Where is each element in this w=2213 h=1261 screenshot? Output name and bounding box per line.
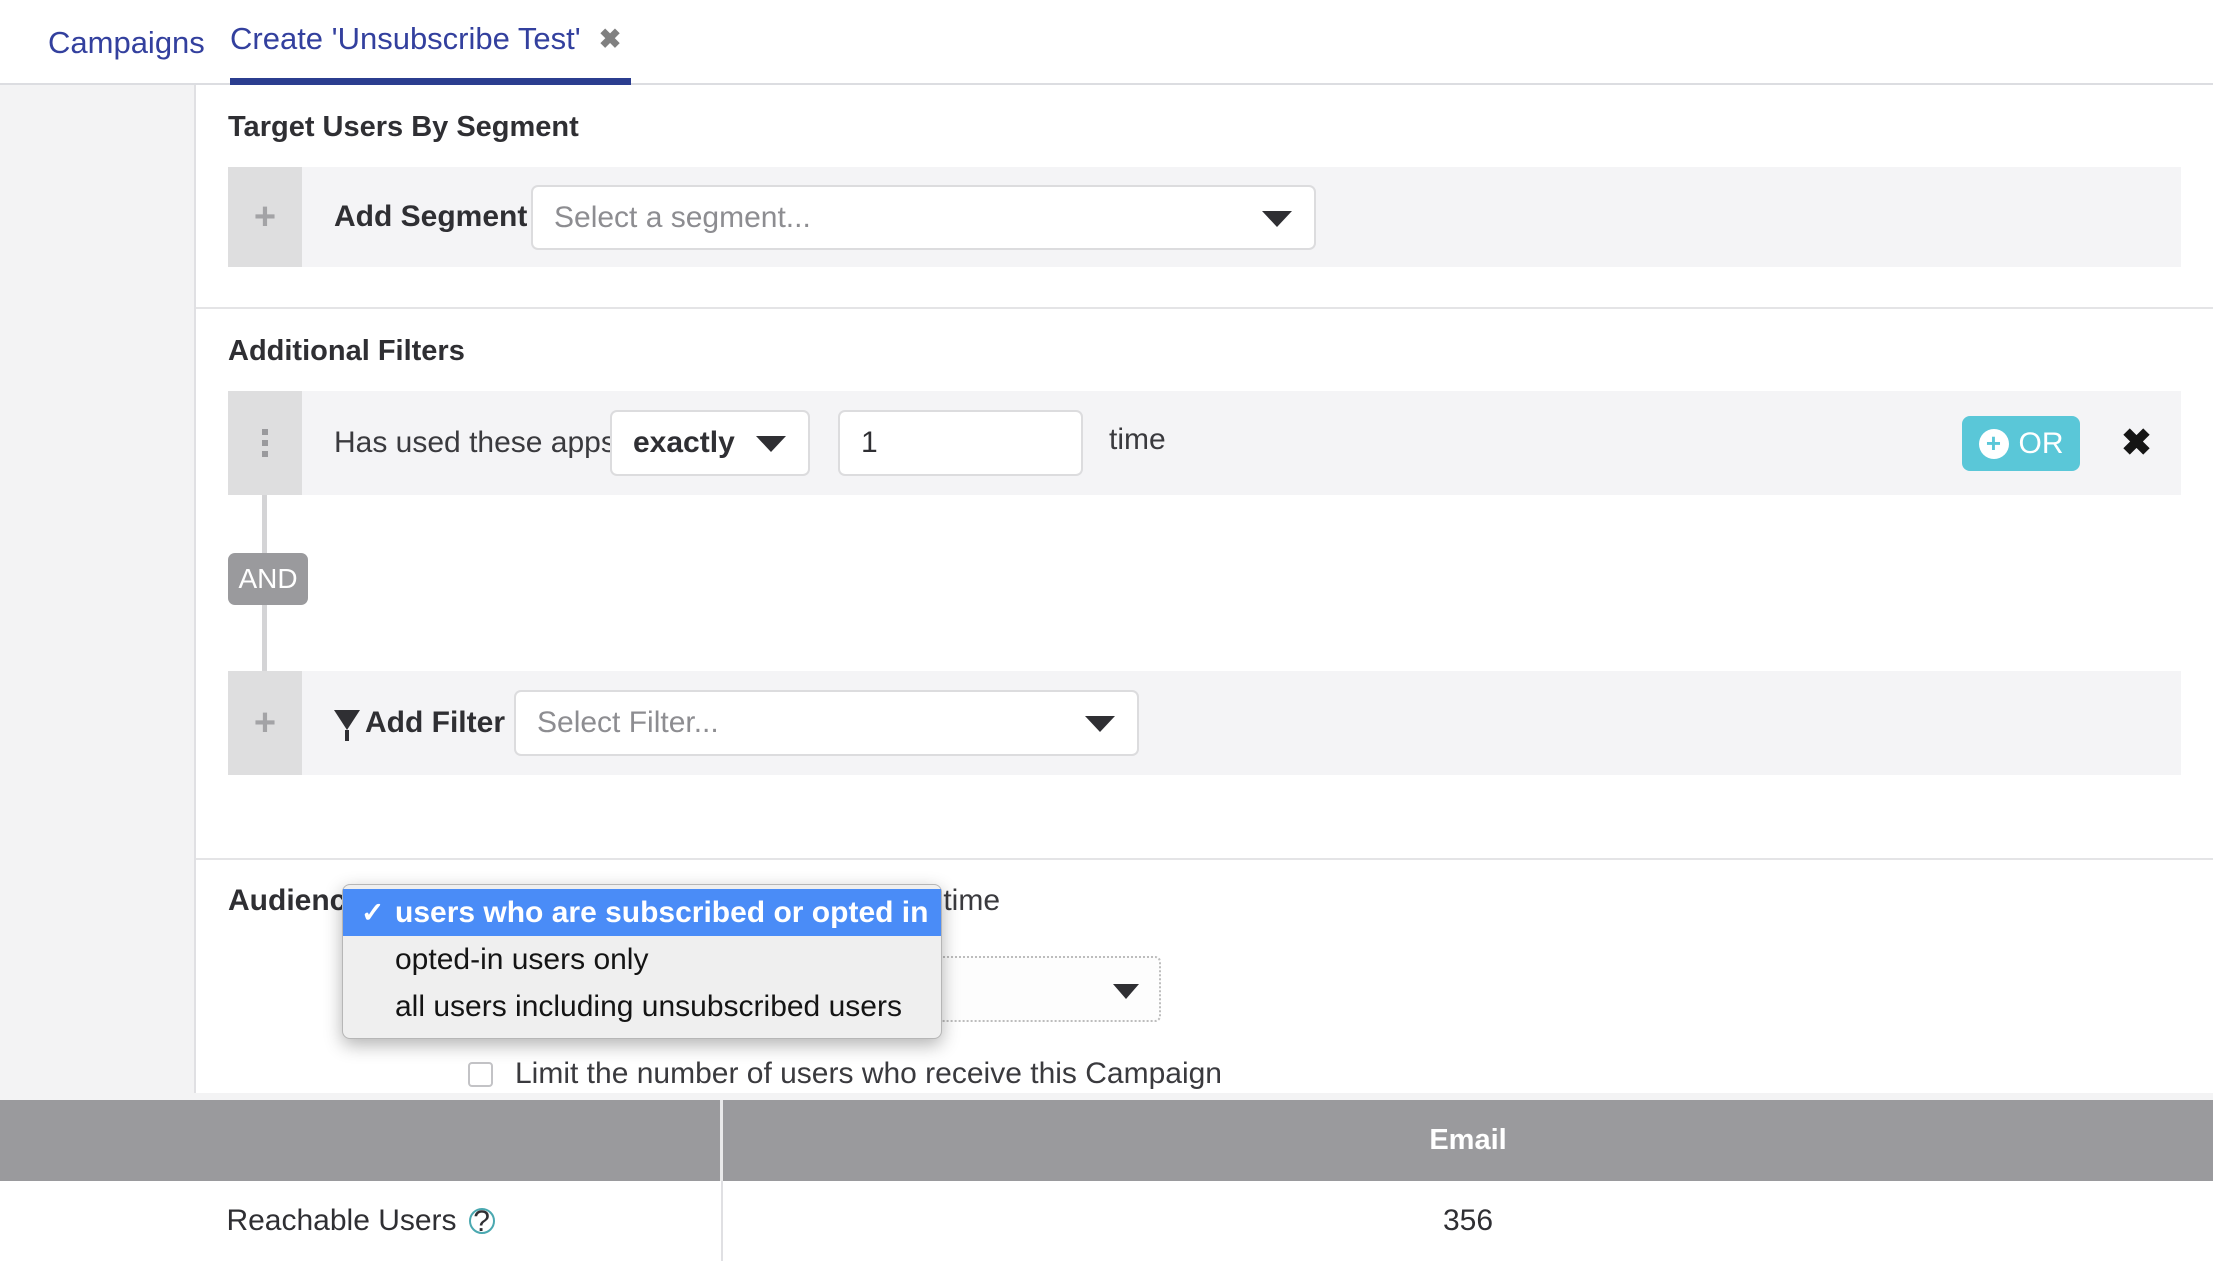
chevron-down-icon — [756, 436, 786, 452]
remove-filter-button[interactable]: ✖ — [2121, 424, 2152, 461]
help-icon[interactable]: ? — [468, 1207, 495, 1237]
add-filter-text: Add Filter — [365, 706, 505, 739]
add-segment-row: + Add Segment Select a segment... — [228, 167, 2181, 267]
dropdown-option-label: opted-in users only — [395, 942, 649, 976]
dropdown-option-opted-in-only[interactable]: opted-in users only — [343, 936, 941, 983]
left-rail — [0, 85, 196, 1093]
filter-count-value: 1 — [861, 426, 878, 459]
table-header-row: Email — [0, 1100, 2213, 1181]
add-segment-label: Add Segment — [334, 200, 528, 233]
segment-section-title: Target Users By Segment — [228, 111, 579, 143]
and-label: AND — [238, 563, 298, 594]
tab-create-label: Create 'Unsubscribe Test' — [230, 21, 581, 56]
table-cell-email-value: 356 — [723, 1181, 2213, 1261]
plus-circle-icon: + — [1978, 428, 2009, 459]
dropdown-option-all-including-unsubscribed[interactable]: all users including unsubscribed users — [343, 983, 941, 1030]
filter-funnel-icon — [334, 710, 360, 741]
page-body: Target Users By Segment + Add Segment Se… — [0, 85, 2213, 1261]
tab-campaigns-label: Campaigns — [48, 24, 205, 60]
reachable-users-email-count: 356 — [1442, 1204, 1494, 1237]
reachable-users-label: Reachable Users — [226, 1204, 457, 1237]
filters-section-title: Additional Filters — [228, 335, 465, 367]
add-filter-plus-button[interactable]: + — [228, 671, 302, 775]
filter-operator-value: exactly — [633, 426, 735, 459]
send-to-dropdown-menu[interactable]: ✓ users who are subscribed or opted in o… — [342, 884, 942, 1039]
table-header-email: Email — [723, 1100, 2213, 1181]
filter-operator-select[interactable]: exactly — [610, 410, 810, 476]
add-filter-label: Add Filter — [334, 706, 505, 741]
table-row: Reachable Users ? 356 — [0, 1181, 2213, 1261]
filter-type-select[interactable]: Select Filter... — [514, 690, 1139, 756]
section-target-users-by-segment: Target Users By Segment + Add Segment Se… — [196, 85, 2213, 309]
filter-row: Has used these apps exactly 1 time + OR … — [228, 391, 2181, 495]
section-additional-filters: Additional Filters Has used these apps e… — [196, 309, 2213, 860]
reachable-users-table: Email Reachable Users ? 356 — [0, 1100, 2213, 1261]
chevron-down-icon — [1085, 716, 1115, 732]
filter-unit-label: time — [1109, 423, 1166, 456]
add-filter-row: + Add Filter Select Filter... — [228, 671, 2181, 775]
plus-icon: + — [253, 702, 277, 744]
dropdown-option-label: all users including unsubscribed users — [395, 989, 902, 1023]
dropdown-option-label: users who are subscribed or opted in — [395, 895, 929, 929]
plus-icon: + — [253, 196, 277, 238]
table-header-blank — [0, 1100, 723, 1181]
add-segment-plus-button[interactable]: + — [228, 167, 302, 267]
close-icon: ✖ — [2121, 422, 2153, 463]
filter-type-placeholder: Select Filter... — [537, 706, 719, 739]
filter-count-input[interactable]: 1 — [838, 410, 1083, 476]
tab-bar: Campaigns Create 'Unsubscribe Test' ✖ — [0, 0, 2213, 85]
limit-users-checkbox[interactable] — [468, 1061, 493, 1087]
table-header-email-label: Email — [1429, 1124, 1507, 1156]
tab-create-unsubscribe-test[interactable]: Create 'Unsubscribe Test' ✖ — [230, 0, 632, 85]
segment-select-placeholder: Select a segment... — [554, 200, 811, 234]
add-or-condition-button[interactable]: + OR — [1962, 416, 2080, 471]
chevron-down-icon — [1262, 210, 1292, 227]
dropdown-option-subscribed-or-opted-in[interactable]: ✓ users who are subscribed or opted in — [343, 889, 941, 936]
check-icon: ✓ — [361, 897, 385, 928]
chevron-down-icon — [1113, 984, 1139, 999]
table-cell-row-label: Reachable Users ? — [0, 1181, 723, 1261]
filter-drag-handle[interactable] — [228, 391, 302, 495]
filter-row-label: Has used these apps — [334, 426, 616, 459]
close-icon[interactable]: ✖ — [599, 25, 622, 53]
limit-users-label: Limit the number of users who receive th… — [515, 1057, 1222, 1090]
connector-line-bottom — [262, 605, 267, 671]
segment-select[interactable]: Select a segment... — [531, 185, 1316, 250]
limit-users-checkbox-row[interactable]: Limit the number of users who receive th… — [446, 1057, 1222, 1091]
drag-dots-icon — [262, 429, 268, 457]
connector-line-top — [262, 495, 267, 553]
tab-campaigns[interactable]: Campaigns — [48, 0, 205, 85]
or-button-label: OR — [2018, 426, 2064, 460]
and-connector-badge[interactable]: AND — [228, 553, 308, 605]
